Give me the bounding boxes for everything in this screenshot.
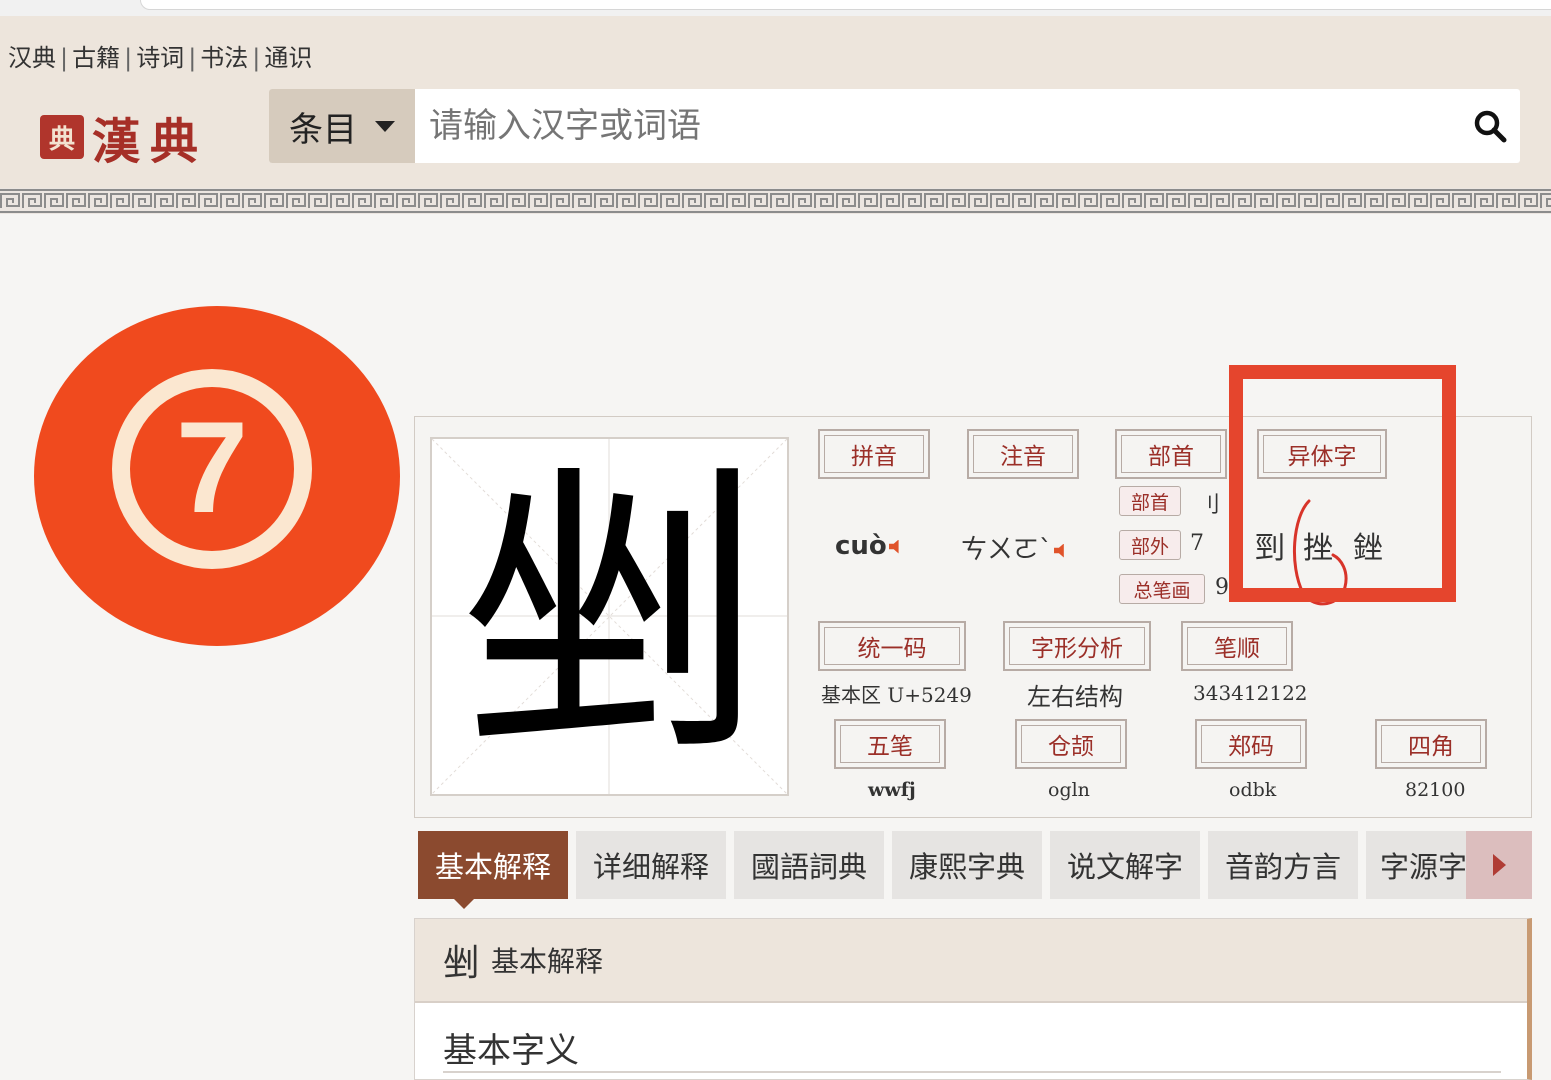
content-header-title: 基本解释: [491, 945, 604, 978]
extra-strokes-tag: 部外: [1119, 530, 1181, 560]
browser-tab-edge: [140, 0, 1551, 10]
extra-strokes-value: 7: [1190, 531, 1204, 556]
unicode-value: 基本区 U+5249: [821, 683, 972, 707]
nav-separator: |: [188, 44, 197, 72]
cangjie-value: ogln: [1048, 779, 1090, 801]
tab-detailed-definition[interactable]: 详细解释: [576, 831, 726, 899]
chevron-right-icon: [1492, 854, 1506, 876]
logo-seal: 典: [40, 115, 84, 159]
pinyin-text: cuò: [835, 531, 887, 561]
section-subheading: 基本字义: [443, 1031, 579, 1071]
badge-number: 7: [175, 394, 249, 540]
search-icon[interactable]: [1460, 89, 1520, 163]
sijiao-value: 82100: [1405, 779, 1466, 801]
search-input[interactable]: [415, 89, 1460, 163]
nav-separator: |: [60, 44, 69, 72]
tab-character-origin[interactable]: 字源字: [1366, 831, 1472, 899]
nav-link-guji[interactable]: 古籍: [72, 44, 120, 72]
pinyin-value: cuò: [835, 531, 903, 561]
top-nav-links: 汉典 | 古籍 | 诗词 | 书法 | 通识: [8, 38, 312, 73]
highlight-box-annotation: [1229, 365, 1456, 602]
wubi-label: 五笔: [834, 719, 946, 769]
pinyin-label: 拼音: [818, 429, 930, 479]
speaker-icon[interactable]: [888, 539, 899, 554]
main-character: 剉: [459, 441, 760, 791]
radical-tag: 部首: [1119, 486, 1181, 516]
definition-content: 剉 基本解释 基本字义: [414, 918, 1532, 1080]
sijiao-label: 四角: [1375, 719, 1487, 769]
search-category-select[interactable]: 条目: [269, 89, 415, 163]
content-header-char: 剉: [443, 943, 480, 984]
radical-value: 刂: [1198, 493, 1221, 518]
badge-ring: 7: [112, 369, 312, 569]
tab-kangxi-dictionary[interactable]: 康熙字典: [892, 831, 1042, 899]
radical-label: 部首: [1115, 429, 1227, 479]
definition-tabs: 基本解释 详细解释 國語詞典 康熙字典 说文解字 音韵方言 字源字: [418, 831, 1472, 909]
nav-link-shici[interactable]: 诗词: [136, 44, 184, 72]
total-strokes-tag: 总笔画: [1119, 574, 1205, 604]
nav-separator: |: [252, 44, 261, 72]
speaker-icon[interactable]: [1054, 543, 1064, 558]
stroke-order-value: 343412122: [1193, 681, 1308, 705]
nav-link-handian[interactable]: 汉典: [8, 44, 56, 72]
zhengma-label: 郑码: [1195, 719, 1307, 769]
zhengma-value: odbk: [1229, 779, 1277, 801]
fret-border: [0, 188, 1551, 214]
tab-scroll-right-button[interactable]: [1466, 831, 1532, 899]
tab-phonology-dialect[interactable]: 音韵方言: [1208, 831, 1358, 899]
nav-link-tongshi[interactable]: 通识: [264, 44, 312, 72]
step-number-badge: 7: [34, 306, 400, 646]
zhuyin-text: ㄘㄨㄛˋ: [961, 535, 1053, 565]
cangjie-label: 仓颉: [1015, 719, 1127, 769]
unicode-label: 统一码: [818, 621, 966, 671]
site-header: 汉典 | 古籍 | 诗词 | 书法 | 通识 典 漢典 条目: [0, 16, 1551, 188]
tab-basic-definition[interactable]: 基本解释: [418, 831, 568, 909]
site-logo[interactable]: 典 漢典: [40, 102, 208, 172]
zhuyin-value: ㄘㄨㄛˋ: [961, 529, 1068, 566]
tab-shuowen-jiezi[interactable]: 说文解字: [1050, 831, 1200, 899]
search-category-label: 条目: [289, 109, 357, 150]
structure-value: 左右结构: [1027, 683, 1123, 711]
content-header: 剉 基本解释: [415, 919, 1527, 1003]
tab-guoyu-dictionary[interactable]: 國語詞典: [734, 831, 884, 899]
character-grid-box: 剉: [430, 437, 789, 796]
search-bar: 条目: [269, 89, 1520, 163]
caret-down-icon: [375, 120, 395, 132]
nav-link-shufa[interactable]: 书法: [200, 44, 248, 72]
section-divider: [443, 1071, 1501, 1073]
structure-label: 字形分析: [1003, 621, 1151, 671]
browser-top-strip: [0, 0, 1551, 16]
nav-separator: |: [124, 44, 133, 72]
stroke-order-label: 笔顺: [1181, 621, 1293, 671]
zhuyin-label: 注音: [967, 429, 1079, 479]
logo-text: 漢典: [92, 114, 209, 170]
wubi-value: wwfj: [868, 779, 916, 801]
total-strokes-value: 9: [1215, 575, 1229, 600]
